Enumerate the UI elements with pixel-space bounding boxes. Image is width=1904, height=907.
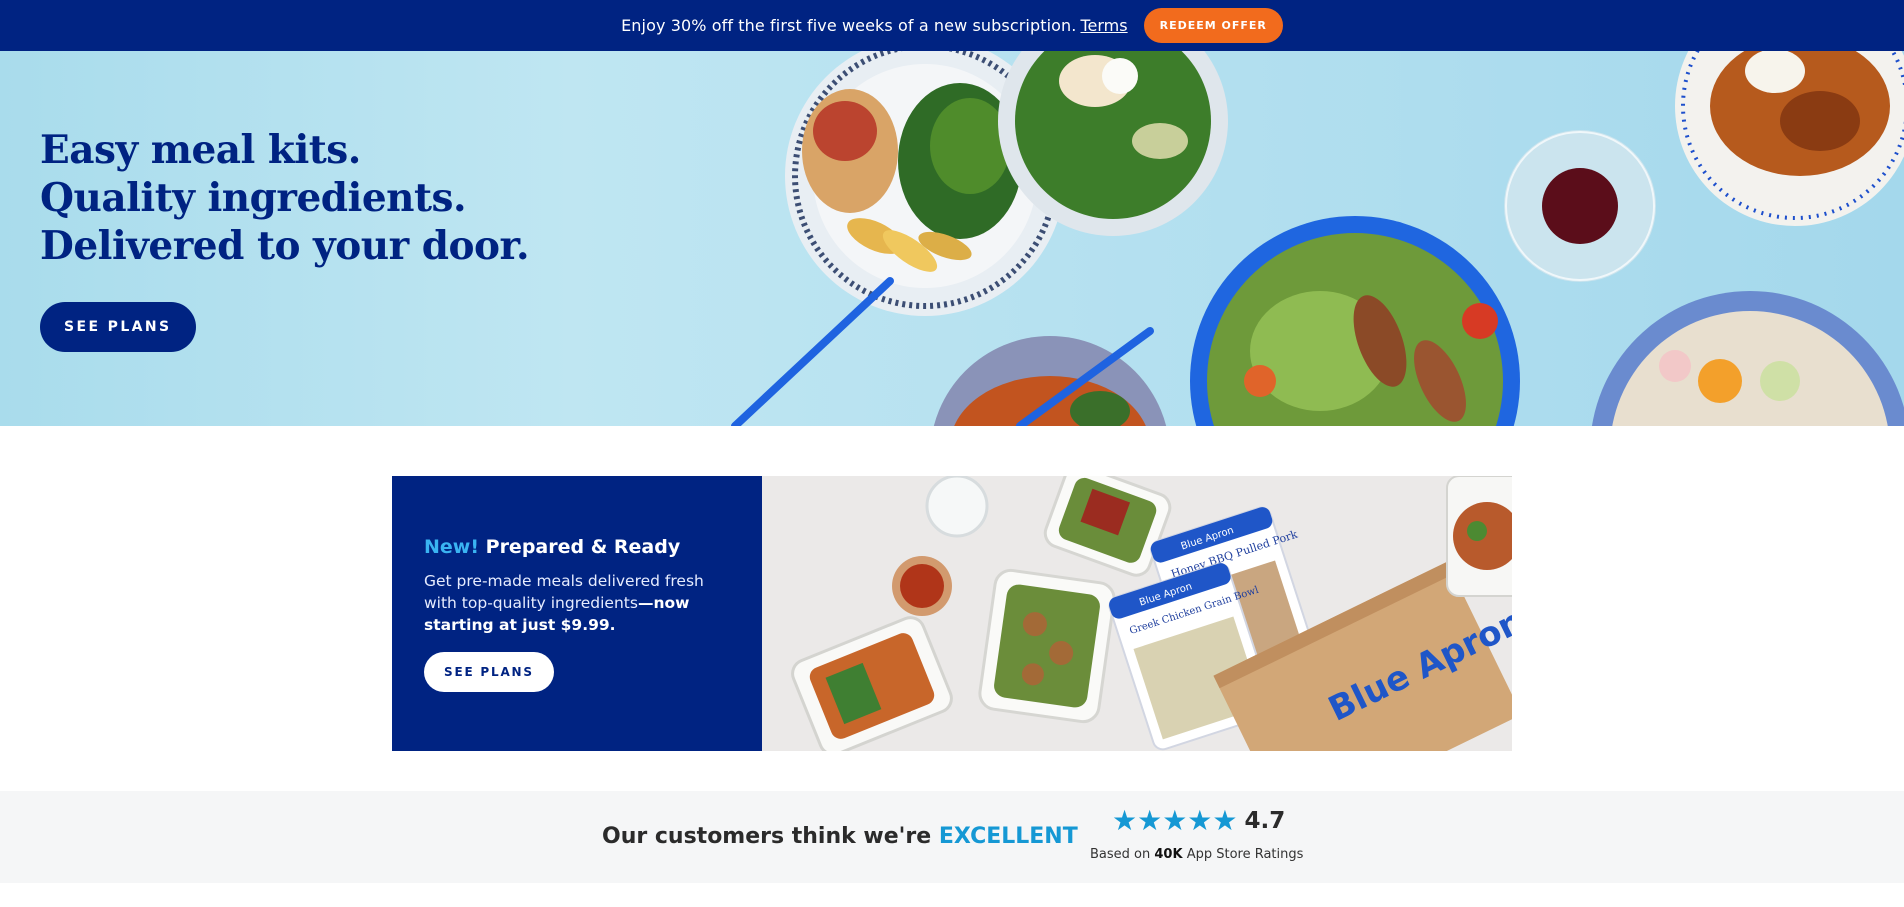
hero-headline: Easy meal kits. Quality ingredients. Del… [40, 126, 600, 270]
hero-headline-line-2: Quality ingredients. [40, 175, 467, 221]
based-count: 40K [1154, 847, 1183, 862]
prepared-ready-card: New! Prepared & Ready Get pre-made meals… [392, 476, 1512, 751]
based-prefix: Based on [1090, 847, 1151, 862]
ratings-heading-prefix: Our customers think we're [602, 824, 932, 849]
prepared-see-plans-button[interactable]: SEE PLANS [424, 652, 554, 692]
promo-banner: Enjoy 30% off the first five weeks of a … [0, 0, 1904, 51]
star-rating-icon: ★★★★★ [1112, 804, 1238, 837]
prepared-ready-title: New! Prepared & Ready [424, 536, 680, 558]
ratings-heading: Our customers think we're EXCELLENT [602, 824, 1078, 849]
prepared-meals-illustration: Blue Apron Honey BBQ Pulled Pork Blue Ap… [762, 476, 1512, 751]
ratings-source: Based on 40K App Store Ratings [1090, 847, 1303, 862]
prepared-title-text: Prepared & Ready [485, 536, 681, 558]
prepared-ready-panel: New! Prepared & Ready Get pre-made meals… [392, 476, 762, 751]
prepared-meals-image: Blue Apron Honey BBQ Pulled Pork Blue Ap… [762, 476, 1512, 751]
hero-headline-line-3: Delivered to your door. [40, 223, 530, 269]
new-tag: New! [424, 536, 480, 558]
rating-stars-row: ★★★★★ 4.7 [1112, 807, 1285, 835]
terms-link[interactable]: Terms [1080, 16, 1127, 35]
hero-section: Easy meal kits. Quality ingredients. Del… [0, 51, 1904, 426]
hero-headline-line-1: Easy meal kits. [40, 127, 361, 173]
promo-text: Enjoy 30% off the first five weeks of a … [621, 16, 1077, 35]
redeem-offer-button[interactable]: REDEEM OFFER [1143, 8, 1283, 43]
rating-score: 4.7 [1244, 808, 1286, 834]
hero-food-image [731, 51, 1904, 426]
based-suffix: App Store Ratings [1186, 847, 1304, 862]
ratings-section: Our customers think we're EXCELLENT ★★★★… [0, 791, 1904, 883]
prepared-description: Get pre-made meals delivered fresh with … [424, 570, 736, 636]
ratings-heading-highlight: EXCELLENT [938, 824, 1078, 849]
hero-see-plans-button[interactable]: SEE PLANS [40, 302, 196, 352]
